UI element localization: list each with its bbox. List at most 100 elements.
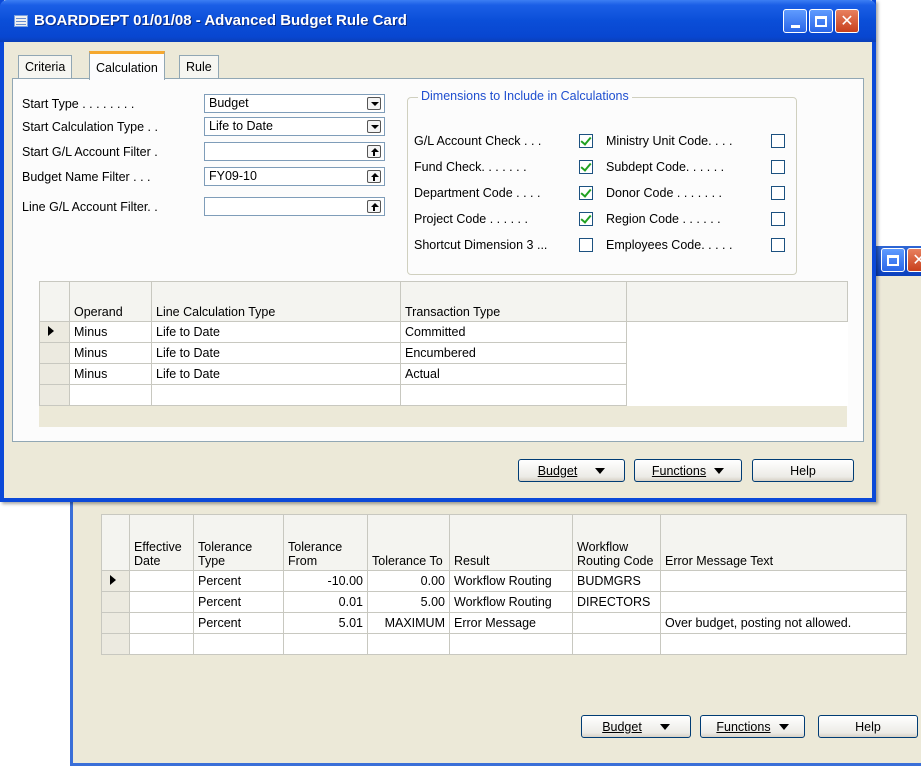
cell-error-message-text[interactable]: Over budget, posting not allowed.	[660, 612, 907, 634]
employees-code-checkbox[interactable]	[771, 238, 785, 252]
cell-result[interactable]: Workflow Routing	[449, 570, 573, 592]
col-line-calculation-type[interactable]: Line Calculation Type	[151, 281, 401, 322]
cell-error-message-text[interactable]	[660, 570, 907, 592]
lookup-icon[interactable]	[367, 145, 381, 158]
tab-criteria[interactable]: Criteria	[18, 55, 73, 79]
cell-tolerance-from[interactable]: -10.00	[283, 570, 368, 592]
table-row[interactable]: Minus Life to Date Committed	[39, 321, 848, 343]
dropdown-icon[interactable]	[367, 97, 381, 110]
col-error-message-text[interactable]: Error Message Text	[660, 514, 907, 571]
cell-effective-date[interactable]	[129, 612, 194, 634]
cell-workflow-routing-code[interactable]: DIRECTORS	[572, 591, 661, 613]
budget-menu-button-back[interactable]: Budget	[581, 715, 691, 738]
cell-line-calculation-type[interactable]: Life to Date	[151, 363, 401, 385]
table-row[interactable]	[39, 384, 848, 406]
cell-effective-date[interactable]	[129, 570, 194, 592]
close-button[interactable]: ✕	[835, 9, 859, 33]
cell-tolerance-type[interactable]: Percent	[193, 591, 284, 613]
rule-grid[interactable]: Effective Date Tolerance Type Tolerance …	[101, 514, 907, 655]
row-selector[interactable]	[101, 633, 130, 655]
line-gl-account-filter-field[interactable]	[204, 197, 385, 216]
cell-workflow-routing-code[interactable]: BUDMGRS	[572, 570, 661, 592]
donor-code-checkbox[interactable]	[771, 186, 785, 200]
cell-result[interactable]: Workflow Routing	[449, 591, 573, 613]
donor-code-label: Donor Code . . . . . . .	[606, 186, 723, 200]
start-gl-account-filter-field[interactable]	[204, 142, 385, 161]
cell-workflow-routing-code[interactable]	[572, 612, 661, 634]
department-code-checkbox[interactable]	[579, 186, 593, 200]
calc-grid[interactable]: Operand Line Calculation Type Transactio…	[39, 281, 848, 406]
table-row[interactable]: Percent 0.01 5.00 Workflow Routing DIREC…	[101, 591, 907, 613]
cell-line-calculation-type[interactable]: Life to Date	[151, 321, 401, 343]
project-code-checkbox[interactable]	[579, 212, 593, 226]
chevron-down-icon	[778, 723, 789, 730]
subdept-code-checkbox[interactable]	[771, 160, 785, 174]
cell-tolerance-from[interactable]: 5.01	[283, 612, 368, 634]
col-tolerance-to[interactable]: Tolerance To	[367, 514, 450, 571]
row-selector[interactable]	[101, 570, 130, 592]
maximize-button[interactable]	[809, 9, 833, 33]
cell-tolerance-from[interactable]: 0.01	[283, 591, 368, 613]
cell-transaction-type[interactable]: Committed	[400, 321, 627, 343]
cell-tolerance-to[interactable]: 0.00	[367, 570, 450, 592]
gl-account-check-checkbox[interactable]	[579, 134, 593, 148]
cell-tolerance-to[interactable]: MAXIMUM	[367, 612, 450, 634]
maximize-icon	[887, 254, 899, 266]
ministry-unit-code-checkbox[interactable]	[771, 134, 785, 148]
cell-result[interactable]: Error Message	[449, 612, 573, 634]
region-code-checkbox[interactable]	[771, 212, 785, 226]
window-titlebar[interactable]: BOARDDEPT 01/01/08 - Advanced Budget Rul…	[0, 0, 876, 42]
dropdown-icon[interactable]	[367, 120, 381, 133]
close-icon: ✕	[840, 11, 854, 30]
minimize-button[interactable]	[783, 9, 807, 33]
functions-button-label: Functions	[716, 719, 771, 734]
table-row[interactable]	[101, 633, 907, 655]
row-selector[interactable]	[101, 612, 130, 634]
help-button[interactable]: Help	[752, 459, 854, 482]
col-effective-date[interactable]: Effective Date	[129, 514, 194, 571]
tab-rule[interactable]: Rule	[179, 55, 219, 79]
cell-effective-date[interactable]	[129, 591, 194, 613]
table-row[interactable]: Minus Life to Date Encumbered	[39, 342, 848, 364]
cell-error-message-text[interactable]	[660, 591, 907, 613]
lookup-icon[interactable]	[367, 170, 381, 183]
row-selector[interactable]	[39, 342, 70, 364]
help-button-back[interactable]: Help	[818, 715, 918, 738]
row-selector[interactable]	[39, 321, 70, 343]
row-selector[interactable]	[39, 363, 70, 385]
col-result[interactable]: Result	[449, 514, 573, 571]
cell-operand[interactable]: Minus	[69, 321, 152, 343]
fund-check-checkbox[interactable]	[579, 160, 593, 174]
cell-operand[interactable]: Minus	[69, 342, 152, 364]
table-row[interactable]: Minus Life to Date Actual	[39, 363, 848, 385]
cell-tolerance-type[interactable]: Percent	[193, 612, 284, 634]
row-selector[interactable]	[101, 591, 130, 613]
shortcut-dimension-3-checkbox[interactable]	[579, 238, 593, 252]
cell-tolerance-type[interactable]: Percent	[193, 570, 284, 592]
back-close-button[interactable]: ✕	[907, 248, 921, 272]
functions-button-label: Functions	[651, 463, 707, 478]
col-workflow-routing-code[interactable]: Workflow Routing Code	[572, 514, 661, 571]
cell-line-calculation-type[interactable]: Life to Date	[151, 342, 401, 364]
col-operand[interactable]: Operand	[69, 281, 152, 322]
cell-tolerance-to[interactable]: 5.00	[367, 591, 450, 613]
lookup-icon[interactable]	[367, 200, 381, 213]
budget-menu-button[interactable]: Budget	[518, 459, 625, 482]
functions-menu-button-back[interactable]: Functions	[700, 715, 805, 738]
col-tolerance-from[interactable]: Tolerance From	[283, 514, 368, 571]
tab-calculation[interactable]: Calculation	[89, 51, 165, 80]
cell-transaction-type[interactable]: Encumbered	[400, 342, 627, 364]
back-maximize-button[interactable]	[881, 248, 905, 272]
start-type-select[interactable]: Budget	[204, 94, 385, 113]
shortcut-dimension-3-label: Shortcut Dimension 3 ...	[414, 238, 548, 252]
row-selector[interactable]	[39, 384, 70, 406]
col-tolerance-type[interactable]: Tolerance Type	[193, 514, 284, 571]
col-transaction-type[interactable]: Transaction Type	[400, 281, 627, 322]
table-row[interactable]: Percent -10.00 0.00 Workflow Routing BUD…	[101, 570, 907, 592]
start-calculation-type-select[interactable]: Life to Date	[204, 117, 385, 136]
cell-operand[interactable]: Minus	[69, 363, 152, 385]
functions-menu-button[interactable]: Functions	[634, 459, 742, 482]
budget-name-filter-field[interactable]: FY09-10	[204, 167, 385, 186]
cell-transaction-type[interactable]: Actual	[400, 363, 627, 385]
table-row[interactable]: Percent 5.01 MAXIMUM Error Message Over …	[101, 612, 907, 634]
